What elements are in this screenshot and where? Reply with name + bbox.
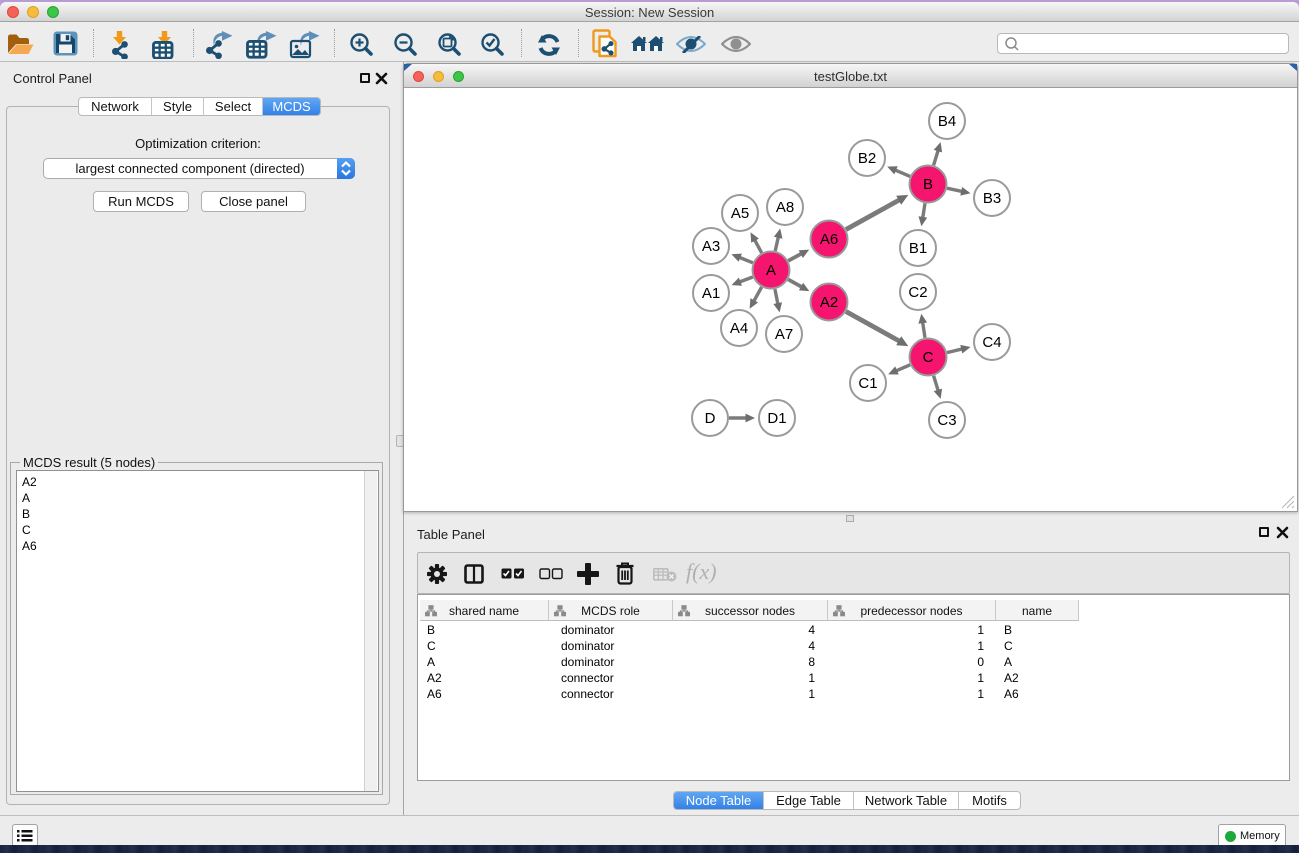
svg-text:C: C	[923, 349, 934, 366]
svg-text:A2: A2	[820, 294, 838, 311]
svg-text:C1: C1	[858, 375, 877, 392]
svg-text:A4: A4	[730, 320, 748, 337]
svg-text:D1: D1	[767, 410, 786, 427]
svg-text:C2: C2	[908, 284, 927, 301]
svg-text:A8: A8	[776, 199, 794, 216]
svg-text:A3: A3	[702, 238, 720, 255]
svg-text:C3: C3	[937, 412, 956, 429]
svg-text:A7: A7	[775, 326, 793, 343]
svg-text:C4: C4	[982, 334, 1001, 351]
svg-text:B: B	[923, 176, 933, 193]
svg-text:A5: A5	[731, 205, 749, 222]
svg-text:B1: B1	[909, 240, 927, 257]
svg-text:B4: B4	[938, 113, 956, 130]
svg-text:D: D	[705, 410, 716, 427]
svg-text:A6: A6	[820, 231, 838, 248]
svg-text:B3: B3	[983, 190, 1001, 207]
svg-text:B2: B2	[858, 150, 876, 167]
svg-text:A1: A1	[702, 285, 720, 302]
svg-text:A: A	[766, 262, 776, 279]
